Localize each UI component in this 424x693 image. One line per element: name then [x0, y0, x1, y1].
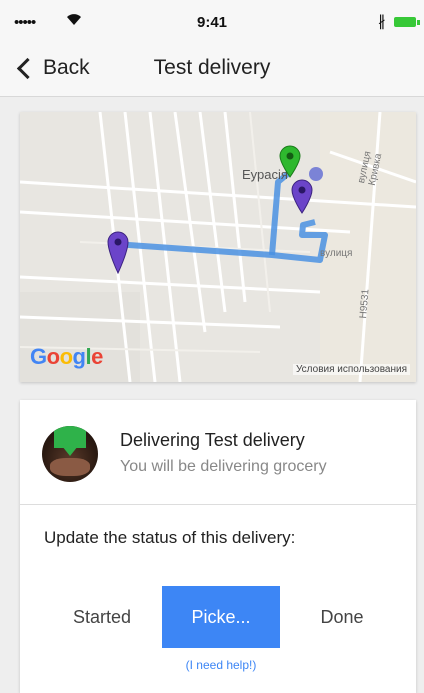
status-bar: ••••• 9:41 ∦: [0, 0, 424, 40]
status-picked-button[interactable]: Picke...: [162, 586, 280, 648]
map-street-label-2: вулиця: [320, 248, 353, 259]
clock: 9:41: [196, 14, 228, 31]
page-title: Test delivery: [153, 56, 271, 79]
navigation-bar: Back Test delivery: [0, 40, 424, 97]
arrow-down-icon: [62, 446, 78, 456]
food-icon: [50, 458, 90, 476]
avatar: [42, 426, 98, 482]
stop-marker-icon[interactable]: [290, 178, 314, 214]
divider: [20, 504, 416, 505]
download-box-icon: [54, 426, 86, 448]
status-started-button[interactable]: Started: [52, 586, 152, 648]
delivery-card: Delivering Test delivery You will be del…: [20, 400, 416, 693]
map-terms-link[interactable]: Условия использования: [293, 364, 410, 375]
status-done-button[interactable]: Done: [292, 586, 392, 648]
map-view[interactable]: Еурасія вулиця Кривка Н9531 вулиця Googl…: [20, 112, 416, 382]
battery-icon: [394, 17, 416, 27]
need-help-link[interactable]: (I need help!): [162, 658, 280, 672]
delivery-subtitle: You will be delivering grocery: [120, 458, 327, 475]
destination-marker-icon[interactable]: [106, 230, 130, 274]
status-segmented-control: Started Picke... Done: [20, 586, 416, 648]
bluetooth-icon: ∦: [378, 13, 386, 30]
battery-tip: [417, 20, 420, 25]
delivery-title: Delivering Test delivery: [120, 430, 305, 450]
start-marker-icon[interactable]: [278, 144, 302, 178]
google-logo: Google: [30, 344, 103, 369]
map-canvas: [20, 112, 416, 382]
update-status-label: Update the status of this delivery:: [44, 528, 296, 547]
